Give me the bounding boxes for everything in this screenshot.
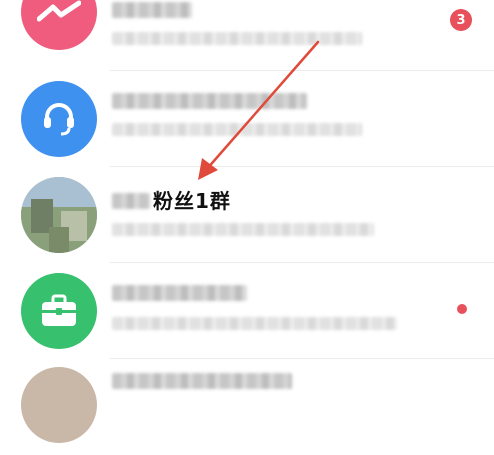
group-name-label: 粉丝1群	[153, 189, 231, 213]
message-preview-blurred	[112, 317, 397, 330]
conversation-item-1[interactable]	[0, 0, 494, 70]
contact-name-blurred	[112, 373, 292, 389]
message-preview-blurred	[112, 223, 374, 236]
unread-dot	[457, 304, 467, 314]
messenger-bolt-icon	[37, 0, 81, 22]
conversation-item-4[interactable]	[0, 263, 494, 359]
conversation-item-3[interactable]	[0, 167, 494, 263]
conversation-item-5[interactable]	[0, 359, 494, 455]
partial-avatar	[21, 367, 97, 443]
work-avatar	[21, 273, 97, 349]
message-preview-blurred	[112, 32, 362, 45]
briefcase-icon	[42, 294, 76, 326]
conversation-item-2[interactable]	[0, 71, 494, 167]
messenger-avatar	[21, 0, 97, 50]
support-avatar	[21, 81, 97, 157]
message-preview-blurred	[112, 123, 362, 136]
contact-name-blurred	[112, 93, 307, 109]
group-name-blurred-prefix	[112, 193, 150, 209]
contact-name-blurred	[112, 2, 192, 18]
group-photo	[21, 177, 97, 253]
group-avatar	[21, 177, 97, 253]
headset-icon	[44, 103, 74, 136]
contact-name-blurred	[112, 285, 247, 301]
unread-count-badge: 3	[450, 9, 472, 31]
